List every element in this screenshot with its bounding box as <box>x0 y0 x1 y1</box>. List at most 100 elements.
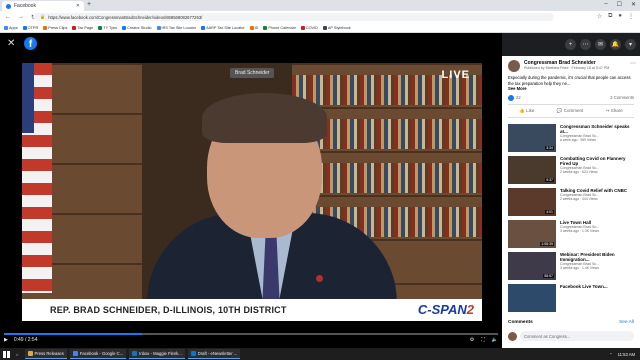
taskbar-app[interactable]: Draft - eNewsletter ... <box>187 349 241 359</box>
related-video-title[interactable]: Combatting Covid on Flannery Fired Up <box>560 156 634 166</box>
lower-third-text: REP. BRAD SCHNEIDER, D-ILLINOIS, 10TH DI… <box>50 305 287 315</box>
notifications-icon[interactable]: 🔔 <box>610 39 621 50</box>
profile-icon[interactable]: ● <box>618 13 622 20</box>
bookmark-item[interactable]: Tax Page <box>72 25 93 30</box>
fullscreen-icon[interactable]: ⛶ <box>481 337 485 343</box>
create-icon[interactable]: + <box>565 39 576 50</box>
nav-buttons: ← → ↻ <box>5 14 36 21</box>
extensions-icon[interactable]: ⧉ <box>608 13 612 20</box>
bookmark-icon <box>156 25 161 30</box>
bookmark-icon <box>22 25 27 30</box>
video-thumbnail[interactable]: 3:34 <box>508 123 556 152</box>
play-icon[interactable]: ▶ <box>4 337 8 343</box>
related-video-item[interactable]: Facebook Live Town... <box>508 283 634 312</box>
like-reaction-icon <box>508 94 514 101</box>
tab-title: Facebook <box>14 3 36 9</box>
video-frame[interactable]: Brad Schneider LIVE REP. BRAD SCHNEIDER,… <box>22 63 482 321</box>
bookmark-item[interactable]: AARP Tax Site Locator <box>201 25 245 30</box>
related-video-title[interactable]: Talking Covid Relief with CNBC <box>560 188 627 193</box>
progress-bar[interactable] <box>4 333 498 335</box>
new-tab-button[interactable]: + <box>87 1 91 8</box>
bookmark-item[interactable]: Creator Studio <box>122 25 152 30</box>
bookmark-item[interactable]: AP Stylebook <box>322 25 351 30</box>
taskbar-app[interactable]: Press Releases <box>24 349 67 359</box>
close-viewer-icon[interactable]: ✕ <box>7 38 15 49</box>
tab-facebook[interactable]: Facebook ✕ <box>2 1 84 11</box>
see-more-link[interactable]: See More <box>508 86 527 91</box>
bookmarks-bar: Apps OTPR Press Clips Tax Page TY Tyes Creato… <box>0 23 640 33</box>
bookmark-icon <box>122 25 127 30</box>
likes-count[interactable]: 22 <box>516 95 521 100</box>
video-viewer: ✕ f Brad Schneider LIVE REP. BRAD SCHNEI… <box>0 33 502 348</box>
related-video-item[interactable]: 3:34 Congressman Schneider speaks at... Co… <box>508 123 634 152</box>
bookmark-item[interactable]: Apps <box>4 25 18 30</box>
minimize-icon[interactable]: – <box>604 1 607 8</box>
related-video-item[interactable]: 1:08:39 Live Town Hall Congressman Brad Sc… <box>508 219 634 248</box>
bookmark-item[interactable]: Phone Calendar <box>263 25 296 30</box>
author-avatar[interactable] <box>508 60 520 72</box>
video-thumbnail[interactable]: 4:01 <box>508 187 556 216</box>
related-video-title[interactable]: Facebook Live Town... <box>560 284 608 289</box>
see-all-link[interactable]: See All <box>619 320 634 325</box>
taskbar-app[interactable]: Facebook - Google C... <box>69 349 127 359</box>
more-options-icon[interactable]: ⋯ <box>630 60 636 72</box>
bookmark-icon <box>263 25 268 30</box>
post-actions: 👍 Like 💬 Comment ↪ Share <box>508 103 634 118</box>
bookmark-icon <box>43 25 48 30</box>
close-window-icon[interactable]: ✕ <box>631 1 636 8</box>
comments-count[interactable]: 2 Comments <box>610 95 634 100</box>
related-video-item[interactable]: 4:01 Talking Covid Relief with CNBC Congre… <box>508 187 634 216</box>
related-video-item[interactable]: 58:57 Webinar: President Biden Immigratio… <box>508 251 634 280</box>
bookmark-icon <box>4 25 8 30</box>
share-button[interactable]: ↪ Share <box>606 108 623 114</box>
video-thumbnail[interactable]: 1:08:39 <box>508 219 556 248</box>
video-thumbnail[interactable]: 9:37 <box>508 155 556 184</box>
user-avatar <box>508 331 517 341</box>
bookmark-item[interactable]: OTPR <box>22 25 38 30</box>
windows-start-icon[interactable] <box>3 350 10 358</box>
back-icon[interactable]: ← <box>5 14 11 21</box>
video-duration: 1:08:39 <box>540 241 554 246</box>
system-tray-icon[interactable]: ⌃ <box>609 352 613 357</box>
bookmark-icon <box>98 25 103 30</box>
volume-icon[interactable]: 🔈 <box>492 337 498 343</box>
tab-close-icon[interactable]: ✕ <box>76 3 80 9</box>
bookmark-item[interactable]: TY Tyes <box>98 25 117 30</box>
video-thumbnail[interactable] <box>508 283 556 312</box>
account-icon[interactable]: ▾ <box>625 39 636 50</box>
post-text: Especially during the pandemic, it's cru… <box>508 75 631 91</box>
video-thumbnail[interactable]: 58:57 <box>508 251 556 280</box>
settings-icon[interactable]: ⚙ <box>470 337 474 343</box>
sidebar-topbar: + ⋯ ✉ 🔔 ▾ <box>502 33 640 56</box>
messenger-icon[interactable]: ✉ <box>595 39 606 50</box>
lock-icon: 🔒 <box>40 14 46 19</box>
bookmark-icon <box>300 25 305 30</box>
bookmark-item[interactable]: Press Clips <box>43 25 67 30</box>
forward-icon[interactable]: → <box>18 14 24 21</box>
facebook-logo-icon[interactable]: f <box>24 37 37 50</box>
bookmark-item[interactable]: IRS Tax Site Locator <box>156 25 196 30</box>
video-duration: 4:01 <box>545 209 554 214</box>
bookmark-item[interactable]: COVID <box>300 25 318 30</box>
video-duration: 58:57 <box>543 273 554 278</box>
search-icon[interactable]: ○ <box>16 352 19 357</box>
url-input[interactable]: 🔒 https://www.facebook.com/CongressmanBr… <box>34 13 554 21</box>
bookmark-icon <box>322 25 327 30</box>
comment-button[interactable]: 💬 Comment <box>557 108 583 114</box>
bookmark-item[interactable]: ID <box>249 25 258 30</box>
maximize-icon[interactable]: ☐ <box>617 1 622 8</box>
network-logo: C-SPAN2 <box>417 302 474 317</box>
taskbar-app[interactable]: Inbox - Maggie Flenk... <box>129 349 185 359</box>
related-video-item[interactable]: 9:37 Combatting Covid on Flannery Fired U… <box>508 155 634 184</box>
comment-input[interactable]: Comment as Congress... <box>520 331 634 341</box>
post-meta: Published by Matthew Fried · February 18… <box>524 66 610 70</box>
comments-header: Comments See All <box>508 320 634 325</box>
menu-grid-icon[interactable]: ⋯ <box>580 39 591 50</box>
browser-tab-strip: Facebook ✕ + – ☐ ✕ <box>0 0 640 11</box>
related-video-title[interactable]: Webinar: President Biden Immigration... <box>560 252 634 262</box>
app-icon <box>27 351 33 356</box>
related-video-title[interactable]: Congressman Schneider speaks at... <box>560 124 634 134</box>
star-icon[interactable]: ☆ <box>597 13 602 20</box>
menu-icon[interactable]: ⋮ <box>628 13 634 20</box>
like-button[interactable]: 👍 Like <box>519 108 534 114</box>
